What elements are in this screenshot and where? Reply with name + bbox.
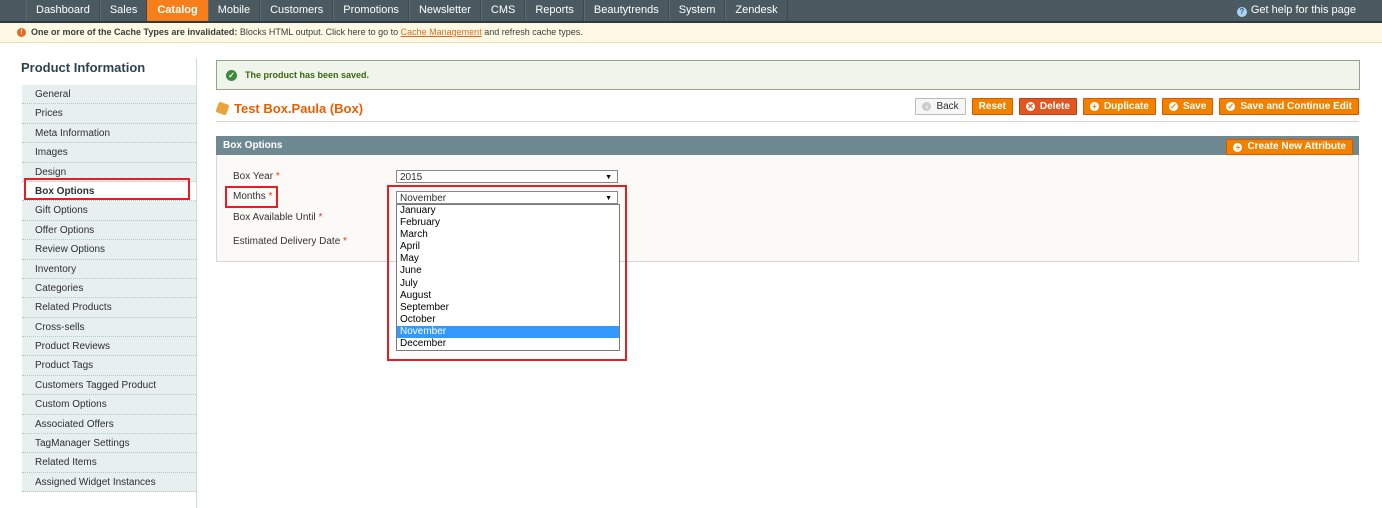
notice-text-1: Blocks HTML output. Click here to go to bbox=[237, 27, 401, 37]
warning-icon: ! bbox=[17, 28, 26, 37]
available-until-label-text: Box Available Until bbox=[233, 212, 316, 223]
sidebar-item-gift-options[interactable]: Gift Options bbox=[22, 201, 196, 221]
sidebar-item-images[interactable]: Images bbox=[22, 143, 196, 163]
nav-item-sales[interactable]: Sales bbox=[99, 0, 148, 21]
help-link[interactable]: ? Get help for this page bbox=[1236, 0, 1356, 21]
sidebar-item-categories[interactable]: Categories bbox=[22, 278, 196, 299]
nav-item-system[interactable]: System bbox=[668, 0, 726, 21]
box-year-select[interactable]: 2015 ▼ bbox=[396, 170, 618, 183]
highlight-months-label bbox=[225, 186, 278, 208]
reset-button[interactable]: Reset bbox=[971, 98, 1013, 115]
required-mark: * bbox=[275, 171, 280, 182]
sidebar-item-customers-tagged-product[interactable]: Customers Tagged Product bbox=[22, 375, 196, 396]
highlight-months-dropdown bbox=[387, 185, 627, 361]
sidebar-item-custom-options[interactable]: Custom Options bbox=[22, 395, 196, 415]
sidebar-item-inventory[interactable]: Inventory bbox=[22, 259, 196, 279]
top-navigation: Dashboard Sales Catalog Mobile Customers Prom… bbox=[0, 0, 1382, 23]
sidebar-item-tagmanager-settings[interactable]: TagManager Settings bbox=[22, 434, 196, 454]
sidebar-item-offer-options[interactable]: Offer Options bbox=[22, 220, 196, 241]
nav-item-customers[interactable]: Customers bbox=[260, 0, 334, 21]
nav-item-cms[interactable]: CMS bbox=[480, 0, 526, 21]
nav-menu: Dashboard Sales Catalog Mobile Customers Prom… bbox=[26, 0, 788, 21]
save-continue-button[interactable]: ✓ Save and Continue Edit bbox=[1219, 98, 1359, 115]
save-check-icon: ✓ bbox=[1168, 102, 1178, 111]
action-buttons: ‹ Back Reset ✕ Delete + Duplicate ✓ Save ✓ Sa… bbox=[915, 98, 1359, 115]
cache-notice: ! One or more of the Cache Types are inv… bbox=[0, 23, 1382, 43]
sidebar-item-review-options[interactable]: Review Options bbox=[22, 240, 196, 260]
chevron-down-icon: ▼ bbox=[605, 174, 612, 181]
save-label: Save bbox=[1182, 101, 1207, 112]
nav-item-beautytrends[interactable]: Beautytrends bbox=[583, 0, 669, 21]
delete-label: Delete bbox=[1039, 101, 1070, 112]
sidebar-item-associated-offers[interactable]: Associated Offers bbox=[22, 414, 196, 435]
sidebar-title: Product Information bbox=[21, 60, 146, 75]
check-icon: ✓ bbox=[226, 70, 237, 81]
duplicate-label: Duplicate bbox=[1103, 101, 1149, 112]
duplicate-button[interactable]: + Duplicate bbox=[1082, 98, 1156, 115]
sidebar-item-assigned-widget-instances[interactable]: Assigned Widget Instances bbox=[22, 472, 196, 493]
cache-management-link[interactable]: Cache Management bbox=[401, 27, 482, 37]
nav-item-catalog[interactable]: Catalog bbox=[147, 0, 208, 21]
sidebar-item-product-reviews[interactable]: Product Reviews bbox=[22, 337, 196, 357]
title-divider bbox=[216, 121, 1359, 122]
nav-item-zendesk[interactable]: Zendesk bbox=[725, 0, 788, 21]
product-icon bbox=[215, 101, 230, 116]
reset-label: Reset bbox=[978, 101, 1006, 112]
required-mark: * bbox=[343, 236, 347, 247]
required-mark: * bbox=[318, 212, 323, 223]
product-title: Test Box.Paula (Box) bbox=[215, 101, 364, 116]
sidebar-item-prices[interactable]: Prices bbox=[22, 104, 196, 124]
create-plus-icon: + bbox=[1233, 142, 1243, 152]
help-label: Get help for this page bbox=[1250, 4, 1356, 16]
available-until-label: Box Available Until * bbox=[233, 212, 322, 223]
notice-bold: One or more of the Cache Types are inval… bbox=[31, 27, 238, 37]
create-attribute-label: Create New Attribute bbox=[1247, 141, 1346, 152]
back-button[interactable]: ‹ Back bbox=[915, 98, 966, 115]
plus-icon: + bbox=[1089, 102, 1099, 111]
success-message: ✓ The product has been saved. bbox=[216, 60, 1360, 90]
back-label: Back bbox=[936, 101, 959, 112]
box-options-header: Box Options + Create New Attribute bbox=[216, 136, 1359, 155]
nav-item-promotions[interactable]: Promotions bbox=[333, 0, 409, 21]
create-attribute-button[interactable]: + Create New Attribute bbox=[1226, 139, 1353, 155]
sidebar-item-cross-sells[interactable]: Cross-sells bbox=[22, 317, 196, 338]
nav-item-dashboard[interactable]: Dashboard bbox=[26, 0, 100, 21]
box-year-label-text: Box Year bbox=[233, 171, 274, 182]
delete-icon: ✕ bbox=[1025, 102, 1035, 111]
help-icon: ? bbox=[1236, 7, 1247, 17]
section-title: Box Options bbox=[223, 140, 283, 151]
save-continue-check-icon: ✓ bbox=[1226, 102, 1236, 111]
sidebar-item-general[interactable]: General bbox=[22, 85, 196, 105]
nav-item-newsletter[interactable]: Newsletter bbox=[408, 0, 481, 21]
sidebar-tabs: General Prices Meta Information Images Desig… bbox=[22, 85, 196, 493]
sidebar-item-related-products[interactable]: Related Products bbox=[22, 298, 196, 318]
save-button[interactable]: ✓ Save bbox=[1161, 98, 1214, 115]
delivery-date-label: Estimated Delivery Date * bbox=[233, 236, 347, 247]
sidebar-item-meta-information[interactable]: Meta Information bbox=[22, 123, 196, 144]
nav-item-reports[interactable]: Reports bbox=[525, 0, 584, 21]
box-year-label: Box Year * bbox=[233, 171, 280, 182]
product-title-text: Test Box.Paula (Box) bbox=[234, 101, 364, 116]
box-year-value: 2015 bbox=[400, 172, 423, 183]
sidebar-item-related-items[interactable]: Related Items bbox=[22, 453, 196, 473]
back-arrow-icon: ‹ bbox=[922, 102, 932, 111]
save-continue-label: Save and Continue Edit bbox=[1240, 101, 1352, 112]
nav-item-mobile[interactable]: Mobile bbox=[207, 0, 261, 21]
success-text: The product has been saved. bbox=[245, 70, 370, 80]
notice-text-2: and refresh cache types. bbox=[481, 27, 583, 37]
delete-button[interactable]: ✕ Delete bbox=[1018, 98, 1077, 115]
notice-text: One or more of the Cache Types are inval… bbox=[31, 23, 583, 42]
delivery-date-label-text: Estimated Delivery Date bbox=[233, 236, 341, 247]
sidebar-item-product-tags[interactable]: Product Tags bbox=[22, 356, 196, 376]
sidebar-divider bbox=[196, 58, 197, 508]
highlight-box-options-tab bbox=[24, 178, 190, 200]
